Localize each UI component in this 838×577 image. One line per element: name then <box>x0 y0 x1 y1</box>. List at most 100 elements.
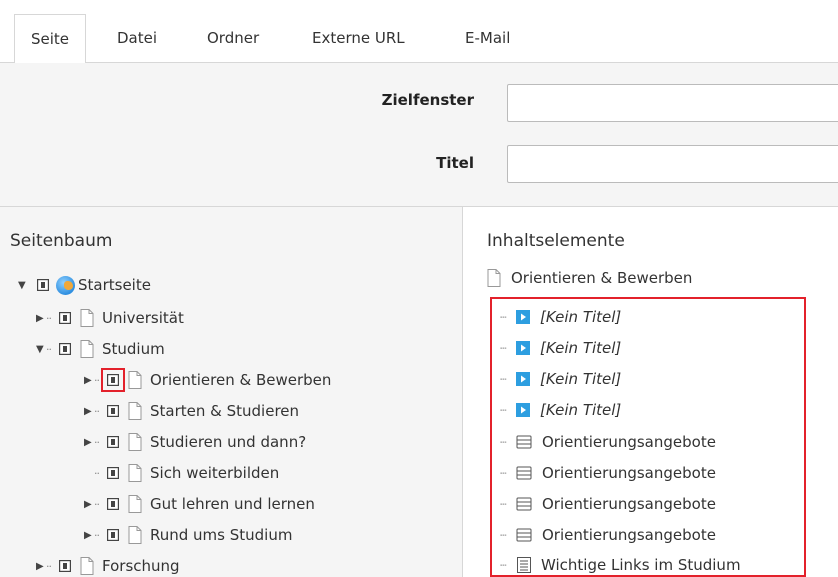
page-icon <box>80 340 94 358</box>
tree-connector: ┄ <box>500 558 507 572</box>
content-element-item[interactable]: ┄ [Kein Titel] <box>500 398 621 422</box>
tree-item-label: Studium <box>102 340 165 358</box>
select-page-icon[interactable] <box>36 278 50 292</box>
content-element-item[interactable]: ┄ [Kein Titel] <box>500 367 621 391</box>
content-element-item[interactable]: ┄ Orientierungsangebote <box>500 430 716 454</box>
tree-item-universitaet[interactable]: ▶ ·· Universität <box>36 306 184 330</box>
page-icon <box>80 557 94 575</box>
select-page-icon[interactable] <box>58 311 72 325</box>
tree-item-gut-lehren-und-lernen[interactable]: ▶ ·· Gut lehren und lernen <box>84 492 315 516</box>
tree-item-studium[interactable]: ▼ ·· Studium <box>36 337 165 361</box>
page-tree-heading: Seitenbaum <box>10 231 113 251</box>
tree-item-label: Studieren und dann? <box>150 433 307 451</box>
tree-connector: ·· <box>94 373 100 387</box>
tree-item-label: Orientieren & Bewerben <box>150 371 332 389</box>
media-element-icon <box>516 310 530 324</box>
content-element-label: Wichtige Links im Studium <box>541 556 741 574</box>
page-icon <box>487 269 501 287</box>
tree-item-starten-studieren[interactable]: ▶ ·· Starten & Studieren <box>84 399 299 423</box>
tree-connector: ┄ <box>500 310 507 324</box>
content-element-item[interactable]: ┄ [Kein Titel] <box>500 336 621 360</box>
tree-connector: ·· <box>94 466 100 480</box>
title-input[interactable] <box>507 145 838 183</box>
page-icon <box>128 495 142 513</box>
tree-connector: ┄ <box>500 341 507 355</box>
content-element-item[interactable]: ┄ [Kein Titel] <box>500 305 621 329</box>
content-element-label: [Kein Titel] <box>540 370 622 388</box>
select-page-icon[interactable] <box>106 404 120 418</box>
content-element-item[interactable]: ┄ Orientierungsangebote <box>500 492 716 516</box>
content-element-label: [Kein Titel] <box>540 308 622 326</box>
collapsed-arrow-icon[interactable]: ▶ <box>84 375 94 386</box>
tree-connector: ┄ <box>500 497 507 511</box>
content-page-label: Orientieren & Bewerben <box>511 269 693 287</box>
tree-connector: ·· <box>46 311 52 325</box>
select-page-icon[interactable] <box>106 435 120 449</box>
expanded-arrow-icon[interactable]: ▼ <box>18 280 28 291</box>
select-page-icon[interactable] <box>58 342 72 356</box>
select-page-icon[interactable] <box>106 528 120 542</box>
collapsed-arrow-icon[interactable]: ▶ <box>84 499 94 510</box>
page-icon <box>128 526 142 544</box>
collapsed-arrow-icon[interactable]: ▶ <box>36 561 46 572</box>
text-element-icon <box>516 466 532 480</box>
link-attributes-form: Zielfenster Titel <box>0 63 838 207</box>
content-page-title: Orientieren & Bewerben <box>487 266 692 290</box>
tree-item-sich-weiterbilden[interactable]: ▶ ·· Sich weiterbilden <box>84 461 279 485</box>
content-element-label: [Kein Titel] <box>540 339 622 357</box>
tree-item-orientieren-bewerben[interactable]: ▶ ·· Orientieren & Bewerben <box>84 368 331 392</box>
target-window-input[interactable] <box>507 84 838 122</box>
collapsed-arrow-icon[interactable]: ▶ <box>84 406 94 417</box>
globe-icon <box>56 275 75 295</box>
tree-item-rund-ums-studium[interactable]: ▶ ·· Rund ums Studium <box>84 523 292 547</box>
tab-datei[interactable]: Datei <box>101 14 173 63</box>
tree-item-studieren-und-dann[interactable]: ▶ ·· Studieren und dann? <box>84 430 306 454</box>
tree-item-label: Rund ums Studium <box>150 526 293 544</box>
select-page-icon[interactable] <box>106 497 120 511</box>
page-tree-panel: Seitenbaum ▼ Startseite ▶ ·· Universität… <box>0 207 463 577</box>
tree-item-forschung[interactable]: ▶ ·· Forschung <box>36 554 180 577</box>
select-page-icon[interactable] <box>106 466 120 480</box>
tree-spacer: ▶ <box>84 468 94 479</box>
tab-seite[interactable]: Seite <box>14 14 87 64</box>
tree-connector: ·· <box>94 435 100 449</box>
select-page-icon[interactable] <box>58 559 72 573</box>
text-element-icon <box>516 528 532 542</box>
content-element-label: Orientierungsangebote <box>542 433 716 451</box>
media-element-icon <box>516 372 530 386</box>
content-element-item[interactable]: ┄ Orientierungsangebote <box>500 523 716 547</box>
page-icon <box>80 309 94 327</box>
tree-connector: ┄ <box>500 403 507 417</box>
title-label: Titel <box>436 154 474 172</box>
tree-connector: ┄ <box>500 528 507 542</box>
tree-connector: ┄ <box>500 372 507 386</box>
tree-connector: ·· <box>46 559 52 573</box>
text-element-icon <box>516 497 532 511</box>
collapsed-arrow-icon[interactable]: ▶ <box>84 437 94 448</box>
tab-ordner[interactable]: Ordner <box>191 14 275 63</box>
tree-item-startseite[interactable]: ▼ Startseite <box>18 273 151 297</box>
tree-connector: ·· <box>46 342 52 356</box>
collapsed-arrow-icon[interactable]: ▶ <box>36 313 46 324</box>
tab-externe-url[interactable]: Externe URL <box>296 14 421 63</box>
link-type-tabs: Seite Datei Ordner Externe URL E-Mail <box>0 0 838 64</box>
content-element-label: Orientierungsangebote <box>542 464 716 482</box>
tree-item-label: Sich weiterbilden <box>150 464 280 482</box>
text-element-icon <box>516 435 532 449</box>
tab-email[interactable]: E-Mail <box>449 14 526 63</box>
media-element-icon <box>516 403 530 417</box>
tree-item-label: Universität <box>102 309 184 327</box>
content-element-label: Orientierungsangebote <box>542 526 716 544</box>
select-page-icon[interactable] <box>101 368 125 392</box>
collapsed-arrow-icon[interactable]: ▶ <box>84 530 94 541</box>
page-icon <box>128 433 142 451</box>
page-icon <box>128 402 142 420</box>
content-element-item[interactable]: ┄ Orientierungsangebote <box>500 461 716 485</box>
tree-connector: ┄ <box>500 435 507 449</box>
tree-item-label: Forschung <box>102 557 180 575</box>
tree-item-label: Startseite <box>78 276 151 294</box>
content-elements-heading: Inhaltselemente <box>487 231 625 251</box>
expanded-arrow-icon[interactable]: ▼ <box>36 344 46 355</box>
content-element-item[interactable]: ┄ Wichtige Links im Studium <box>500 553 741 577</box>
page-icon <box>128 371 142 389</box>
